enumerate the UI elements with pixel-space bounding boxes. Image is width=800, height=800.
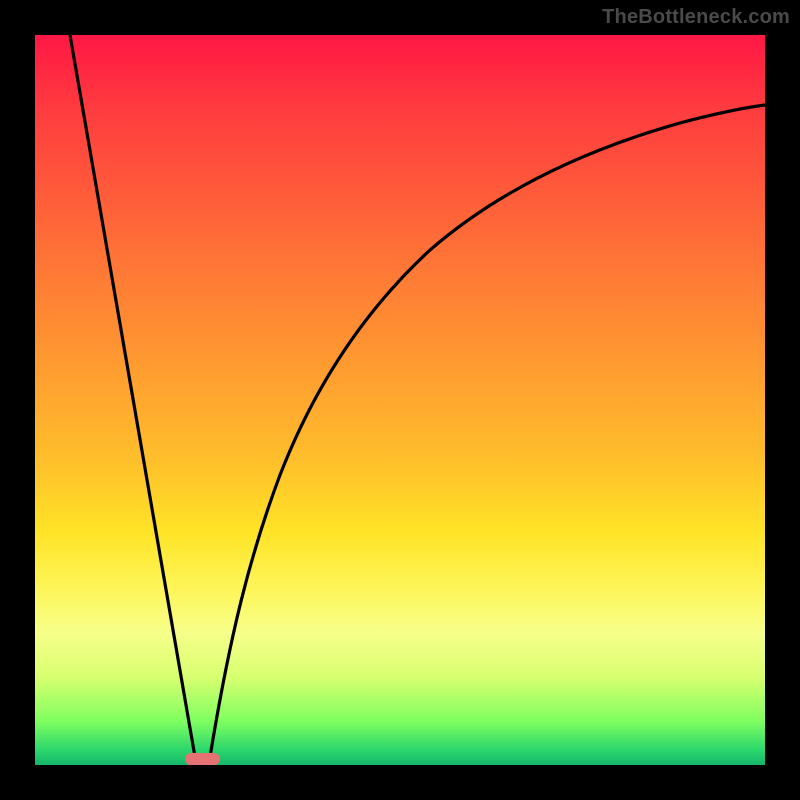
watermark-text: TheBottleneck.com <box>602 6 790 29</box>
plot-area <box>35 35 765 765</box>
minimum-marker <box>185 753 220 765</box>
bottleneck-curve-path <box>70 35 765 757</box>
curve-svg <box>35 35 765 765</box>
chart-frame: TheBottleneck.com <box>0 0 800 800</box>
